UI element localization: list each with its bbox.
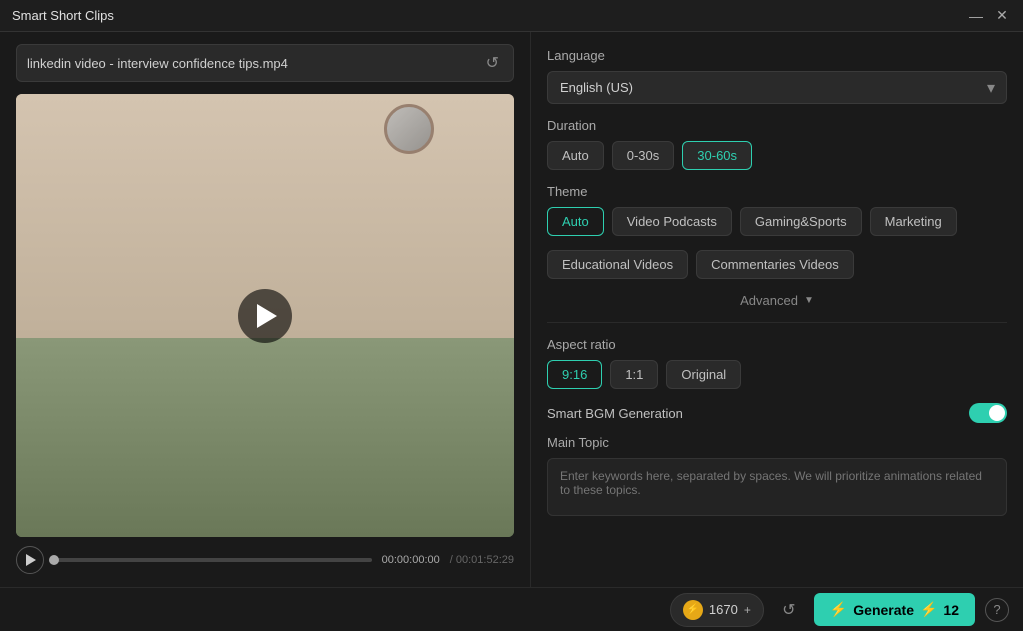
controls-bar: 00:00:00:00 / 00:01:52:29 bbox=[16, 545, 514, 575]
language-selector-wrapper: English (US) English (UK) Spanish French… bbox=[547, 71, 1007, 104]
duration-label: Duration bbox=[547, 118, 1007, 133]
theme-options-row2: Educational Videos Commentaries Videos bbox=[547, 250, 1007, 279]
progress-bar[interactable] bbox=[54, 558, 372, 562]
close-button[interactable]: ✕ bbox=[993, 7, 1011, 25]
generate-label: Generate bbox=[853, 602, 914, 618]
advanced-chevron-icon: ▼ bbox=[804, 295, 814, 306]
main-topic-input[interactable] bbox=[547, 458, 1007, 516]
theme-marketing-button[interactable]: Marketing bbox=[870, 207, 957, 236]
minimize-button[interactable]: — bbox=[967, 7, 985, 25]
generate-icon2: ⚡ bbox=[920, 601, 937, 618]
bgm-toggle[interactable] bbox=[969, 403, 1007, 423]
aspect-9-16-button[interactable]: 9:16 bbox=[547, 360, 602, 389]
toggle-knob bbox=[989, 405, 1005, 421]
video-container bbox=[16, 94, 514, 537]
mirror-decoration bbox=[384, 104, 434, 154]
refresh-button[interactable]: ↺ bbox=[774, 595, 804, 625]
file-bar: linkedin video - interview confidence ti… bbox=[16, 44, 514, 82]
scene-floor bbox=[16, 338, 514, 537]
credits-icon-symbol: ⚡ bbox=[687, 604, 699, 615]
generate-button[interactable]: ⚡ Generate ⚡ 12 bbox=[814, 593, 975, 626]
right-panel: Language English (US) English (UK) Spani… bbox=[530, 32, 1023, 587]
language-label: Language bbox=[547, 48, 1007, 63]
credits-add-label: + bbox=[744, 603, 751, 617]
theme-auto-button[interactable]: Auto bbox=[547, 207, 604, 236]
time-current: 00:00:00:00 bbox=[382, 554, 440, 566]
generate-count: 12 bbox=[943, 602, 959, 618]
bgm-label: Smart BGM Generation bbox=[547, 406, 683, 421]
file-name: linkedin video - interview confidence ti… bbox=[27, 56, 482, 71]
play-overlay-button[interactable] bbox=[238, 289, 292, 343]
separator-line bbox=[547, 322, 1007, 323]
theme-options-row1: Auto Video Podcasts Gaming&Sports Market… bbox=[547, 207, 1007, 236]
duration-30-60s-button[interactable]: 30-60s bbox=[682, 141, 752, 170]
play-icon bbox=[257, 304, 277, 328]
bottom-bar: ⚡ 1670 + ↺ ⚡ Generate ⚡ 12 ? bbox=[0, 587, 1023, 631]
video-frame bbox=[16, 94, 514, 537]
aspect-ratio-label: Aspect ratio bbox=[547, 337, 1007, 352]
theme-educational-button[interactable]: Educational Videos bbox=[547, 250, 688, 279]
app-title: Smart Short Clips bbox=[12, 8, 114, 23]
main-topic-label: Main Topic bbox=[547, 435, 1007, 450]
duration-options: Auto 0-30s 30-60s bbox=[547, 141, 1007, 170]
help-button[interactable]: ? bbox=[985, 598, 1009, 622]
time-separator: / bbox=[450, 554, 453, 566]
advanced-toggle[interactable]: Advanced ▼ bbox=[547, 293, 1007, 308]
play-button[interactable] bbox=[16, 546, 44, 574]
time-total: / 00:01:52:29 bbox=[450, 554, 514, 566]
duration-auto-button[interactable]: Auto bbox=[547, 141, 604, 170]
main-content: linkedin video - interview confidence ti… bbox=[0, 32, 1023, 587]
credits-value: 1670 bbox=[709, 602, 738, 617]
generate-icon: ⚡ bbox=[830, 601, 847, 618]
language-select[interactable]: English (US) English (UK) Spanish French… bbox=[547, 71, 1007, 104]
aspect-original-button[interactable]: Original bbox=[666, 360, 741, 389]
progress-thumb bbox=[49, 555, 59, 565]
window-controls: — ✕ bbox=[967, 7, 1011, 25]
aspect-ratio-options: 9:16 1:1 Original bbox=[547, 360, 1007, 389]
bgm-toggle-row: Smart BGM Generation bbox=[547, 403, 1007, 423]
left-panel: linkedin video - interview confidence ti… bbox=[0, 32, 530, 587]
time-total-value: 00:01:52:29 bbox=[456, 554, 514, 566]
play-button-icon bbox=[26, 554, 36, 566]
theme-label: Theme bbox=[547, 184, 1007, 199]
theme-commentaries-button[interactable]: Commentaries Videos bbox=[696, 250, 854, 279]
credits-icon: ⚡ bbox=[683, 600, 703, 620]
advanced-label: Advanced bbox=[740, 293, 798, 308]
duration-0-30s-button[interactable]: 0-30s bbox=[612, 141, 675, 170]
aspect-1-1-button[interactable]: 1:1 bbox=[610, 360, 658, 389]
theme-video-podcasts-button[interactable]: Video Podcasts bbox=[612, 207, 732, 236]
credits-button[interactable]: ⚡ 1670 + bbox=[670, 593, 764, 627]
theme-gaming-sports-button[interactable]: Gaming&Sports bbox=[740, 207, 862, 236]
reload-button[interactable]: ↺ bbox=[482, 49, 503, 77]
title-bar: Smart Short Clips — ✕ bbox=[0, 0, 1023, 32]
